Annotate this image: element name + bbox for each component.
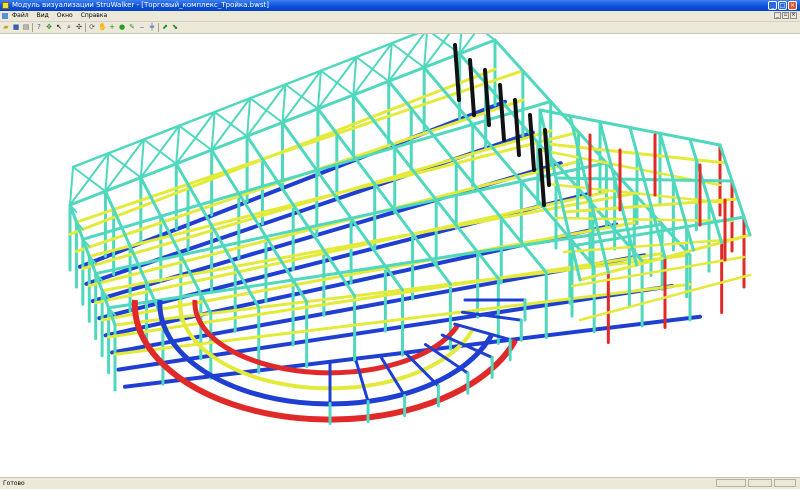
add-node-icon[interactable]: + <box>108 23 116 31</box>
radial-beam <box>453 322 512 342</box>
truss-post <box>69 166 74 206</box>
view-icon[interactable]: ⬊ <box>171 23 179 31</box>
bracing-column <box>538 148 546 207</box>
sections-icon[interactable]: ╪ <box>148 23 156 31</box>
floor-beam <box>94 190 608 305</box>
render-icon[interactable]: ● <box>118 23 126 31</box>
rotate-icon[interactable]: ⟳ <box>88 23 96 31</box>
hand-icon[interactable]: ✋ <box>98 23 107 31</box>
radial-beam <box>403 350 440 388</box>
status-pane <box>774 479 796 487</box>
roof-beam <box>658 131 695 252</box>
toolbar-separator <box>32 23 33 32</box>
truss-diagonal <box>249 97 284 124</box>
truss-post <box>316 69 322 110</box>
child-restore-button[interactable]: ▫ <box>782 12 789 19</box>
help-icon[interactable]: ? <box>35 23 43 31</box>
truss-post <box>246 97 252 138</box>
toolbar-separator <box>85 23 86 32</box>
print-icon[interactable]: ▤ <box>22 23 30 31</box>
open-icon[interactable]: ▰ <box>2 23 10 31</box>
radial-beam <box>354 360 370 404</box>
title-bar: Модуль визуализации StruWalker - [Торгов… <box>0 0 800 11</box>
truss-diagonal <box>355 56 390 83</box>
truss-post <box>139 138 145 179</box>
status-pane <box>716 479 746 487</box>
model-viewport[interactable] <box>0 34 800 477</box>
zoom-extents-icon[interactable]: ✥ <box>45 23 53 31</box>
status-bar: Готово <box>0 477 800 489</box>
truss-post <box>281 83 287 124</box>
menu-file[interactable]: Файл <box>12 11 29 21</box>
truss-post <box>175 124 181 165</box>
truss-diagonal <box>319 69 355 96</box>
bracing-column <box>498 83 506 142</box>
floor-beam <box>570 255 746 288</box>
frame-model[interactable] <box>0 34 800 477</box>
truss-post <box>387 42 393 83</box>
truss-diagonal <box>142 138 178 165</box>
menu-bar: Файл Вид Окно Справка _ ▫ × <box>0 11 800 22</box>
truss-diagonal <box>107 152 142 179</box>
close-button[interactable]: × <box>788 1 797 10</box>
pan-icon[interactable]: ✣ <box>75 23 83 31</box>
zoom-icon[interactable]: ⌕ <box>65 23 73 31</box>
save-icon[interactable]: ■ <box>12 23 20 31</box>
toolbar: ▰ ■ ▤ ? ✥ ↖ ⌕ ✣ ⟳ ✋ + ● ✎ ‒ ╪ ⬈ ⬊ <box>0 22 800 34</box>
line-style-icon[interactable]: ‒ <box>138 23 146 31</box>
truss-diagonal <box>72 166 107 193</box>
status-text: Готово <box>3 480 25 487</box>
menu-view[interactable]: Вид <box>37 11 49 21</box>
menu-window[interactable]: Окно <box>57 11 73 21</box>
truss-post <box>352 56 358 96</box>
color-icon[interactable]: ✎ <box>128 23 136 31</box>
child-minimize-button[interactable]: _ <box>774 12 781 19</box>
window-title: Модуль визуализации StruWalker - [Торгов… <box>12 1 269 9</box>
minimize-button[interactable]: _ <box>768 1 777 10</box>
select-icon[interactable]: ↖ <box>55 23 63 31</box>
maximize-button[interactable]: □ <box>778 1 787 10</box>
bracing-column <box>528 113 536 172</box>
truss-diagonal <box>284 83 319 110</box>
document-icon[interactable] <box>2 13 8 19</box>
menu-help[interactable]: Справка <box>81 11 107 21</box>
truss-diagonal <box>178 124 213 151</box>
floor-beam <box>554 216 734 223</box>
status-pane <box>748 479 772 487</box>
truss-post <box>104 152 110 193</box>
truss-diagonal <box>485 34 496 41</box>
app-icon <box>2 2 9 9</box>
roof-beam <box>688 137 724 244</box>
toolbar-separator <box>158 23 159 32</box>
child-close-button[interactable]: × <box>790 12 797 19</box>
truss-diagonal <box>213 111 249 138</box>
view-icon[interactable]: ⬈ <box>161 23 169 31</box>
truss-diagonal <box>390 42 426 69</box>
truss-post <box>210 111 216 151</box>
